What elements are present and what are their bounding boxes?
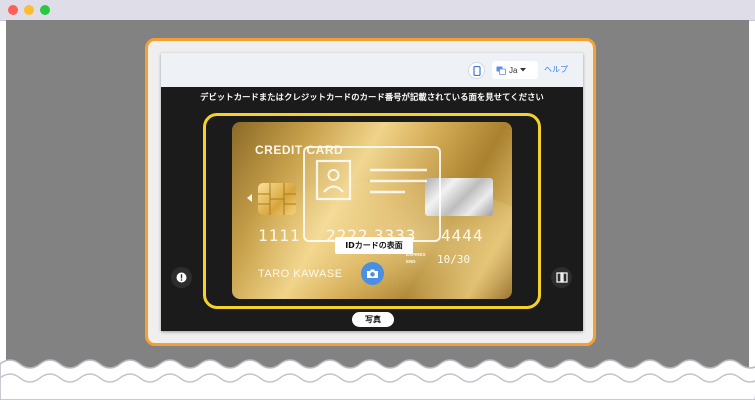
alert-icon: [176, 272, 187, 283]
phone-icon: [472, 65, 481, 76]
card-expiry: 10/30: [437, 253, 471, 266]
translate-icon: [496, 66, 506, 75]
window-minimize-button[interactable]: [24, 5, 34, 15]
instruction-text: デビットカードまたはクレジットカードのカード番号が記載されている面を見せてくださ…: [200, 92, 544, 102]
language-label: Ja: [509, 65, 518, 75]
browser-window: Ja ヘルプ デビットカードまたはクレジットカードのカード番号が記載されている面…: [0, 0, 755, 400]
caret-down-icon: [520, 68, 527, 72]
window-close-button[interactable]: [8, 5, 18, 15]
app-header: Ja ヘルプ: [161, 53, 583, 87]
window-maximize-button[interactable]: [40, 5, 50, 15]
card-holder-name: TARO KAWASE: [258, 268, 343, 280]
id-card-icon: [315, 159, 427, 201]
card-arrow: [247, 194, 252, 202]
expires-label-line-2: END: [406, 259, 416, 264]
help-link[interactable]: ヘルプ: [544, 64, 568, 75]
alert-button[interactable]: [171, 267, 192, 288]
camera-icon: [367, 269, 378, 278]
torn-edge-wave: [0, 359, 755, 400]
language-selector[interactable]: Ja: [492, 61, 538, 79]
card-number-group-1: 1111: [258, 226, 301, 245]
photo-mode-label[interactable]: 写真: [352, 312, 394, 327]
window-titlebar: [0, 0, 755, 21]
chip-icon: [258, 183, 296, 215]
device-switch-button[interactable]: [468, 62, 485, 79]
flip-camera-button[interactable]: [551, 267, 572, 288]
card-number-group-4: 4444: [441, 226, 484, 245]
id-card-overlay: [303, 146, 441, 242]
card-chip: [258, 183, 296, 215]
id-card-label: IDカードの表面: [335, 237, 413, 254]
capture-button[interactable]: [361, 262, 384, 285]
flip-camera-icon: [555, 272, 568, 283]
